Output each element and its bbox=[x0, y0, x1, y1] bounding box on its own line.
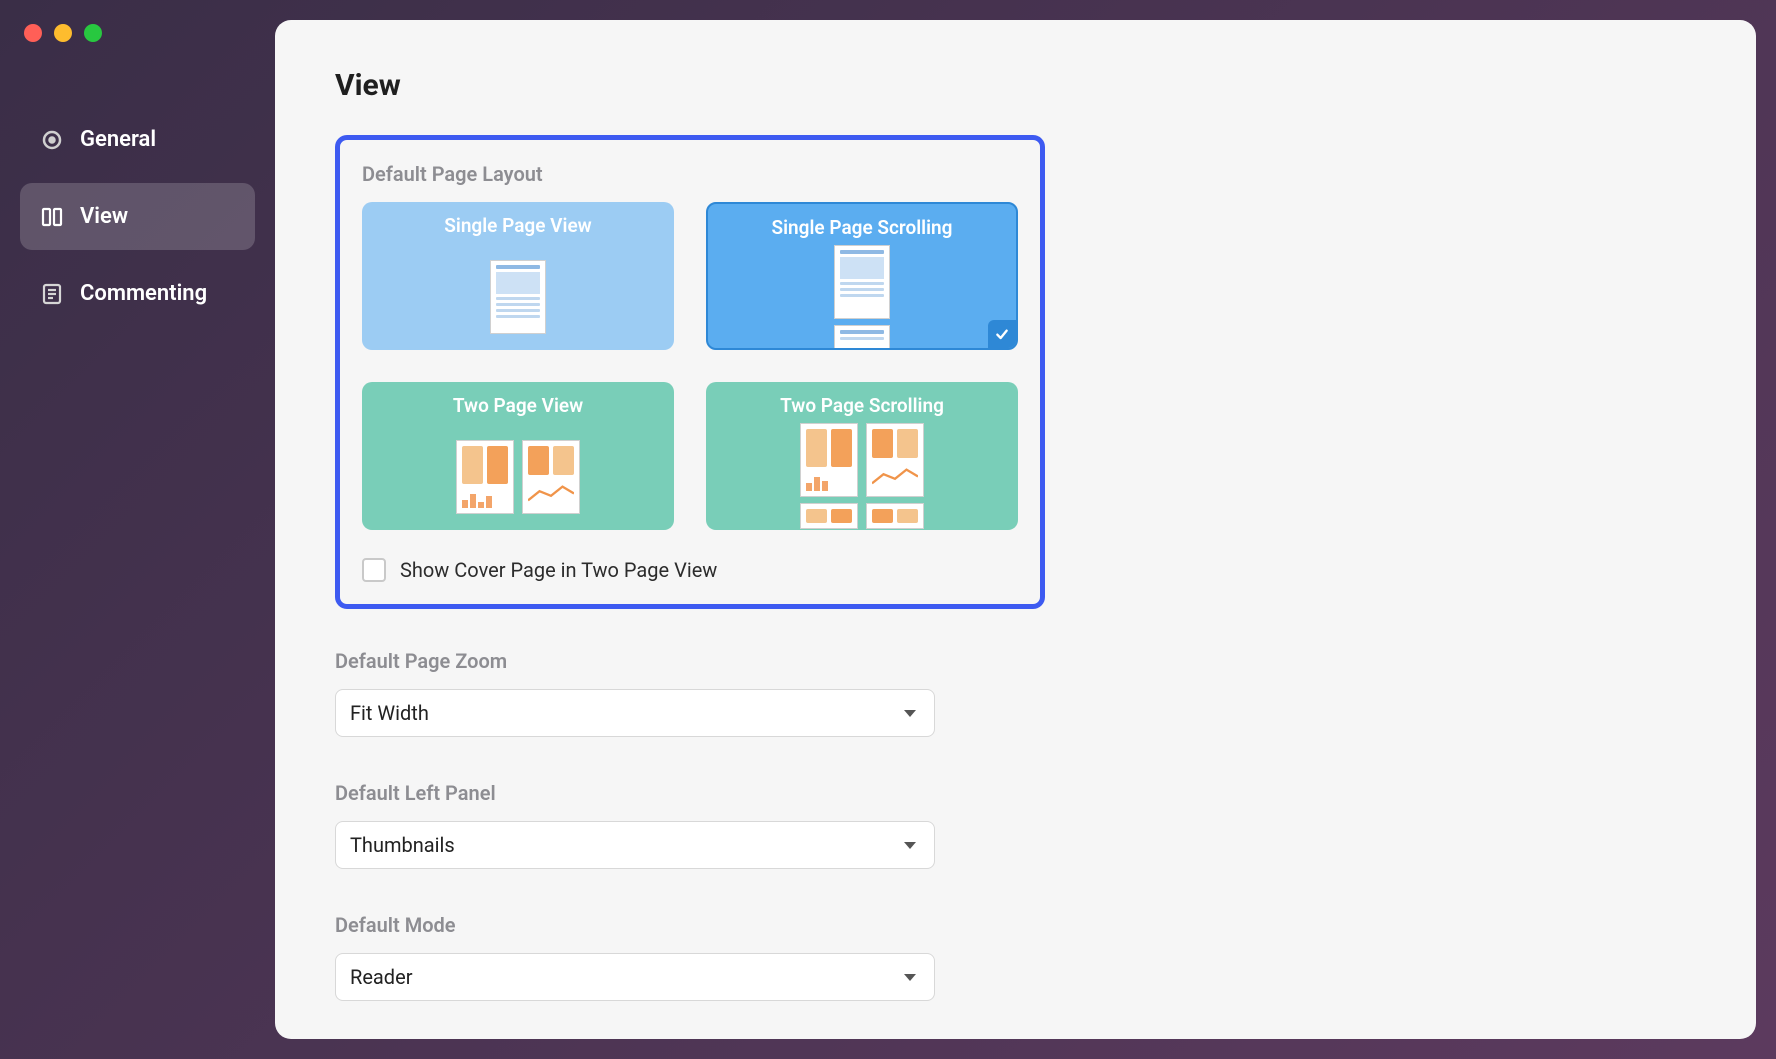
section-heading-zoom: Default Page Zoom bbox=[335, 649, 935, 673]
layout-option-two-page-scrolling[interactable]: Two Page Scrolling bbox=[706, 382, 1018, 530]
single-page-scroll-thumb-icon bbox=[708, 239, 1016, 350]
two-page-thumb-icon bbox=[362, 417, 674, 530]
sidebar-item-view[interactable]: View bbox=[20, 183, 255, 250]
default-left-panel-section: Default Left Panel Thumbnails bbox=[335, 781, 935, 869]
layout-options-grid: Single Page View Single Page Scrolling bbox=[362, 202, 1018, 530]
sidebar-item-label: Commenting bbox=[80, 281, 207, 306]
content-panel: View Default Page Layout Single Page Vie… bbox=[275, 20, 1756, 1039]
sidebar-item-label: View bbox=[80, 204, 128, 229]
layout-option-two-page-view[interactable]: Two Page View bbox=[362, 382, 674, 530]
layout-option-label: Single Page Scrolling bbox=[772, 216, 953, 239]
two-page-scroll-thumb-icon bbox=[706, 417, 1018, 530]
layout-option-label: Two Page View bbox=[453, 394, 583, 417]
note-icon bbox=[40, 282, 64, 306]
select-value: Thumbnails bbox=[350, 833, 455, 857]
sidebar: General View bbox=[0, 0, 275, 1059]
page-title: View bbox=[335, 68, 1696, 103]
layout-option-single-page-scrolling[interactable]: Single Page Scrolling bbox=[706, 202, 1018, 350]
layout-option-label: Single Page View bbox=[444, 214, 591, 237]
section-heading-layout: Default Page Layout bbox=[362, 162, 1018, 186]
sidebar-item-commenting[interactable]: Commenting bbox=[20, 260, 255, 327]
default-page-zoom-section: Default Page Zoom Fit Width bbox=[335, 649, 935, 737]
sidebar-nav: General View bbox=[0, 106, 275, 327]
layout-option-label: Two Page Scrolling bbox=[780, 394, 944, 417]
default-mode-select[interactable]: Reader bbox=[335, 953, 935, 1001]
selected-check-icon bbox=[988, 320, 1016, 348]
section-heading-left-panel: Default Left Panel bbox=[335, 781, 935, 805]
select-value: Reader bbox=[350, 965, 412, 989]
window-minimize-button[interactable] bbox=[54, 24, 72, 42]
gear-icon bbox=[40, 128, 64, 152]
sidebar-item-general[interactable]: General bbox=[20, 106, 255, 173]
show-cover-page-row: Show Cover Page in Two Page View bbox=[362, 558, 1018, 582]
show-cover-page-label: Show Cover Page in Two Page View bbox=[400, 558, 717, 582]
sidebar-item-label: General bbox=[80, 127, 156, 152]
select-value: Fit Width bbox=[350, 701, 429, 725]
default-page-zoom-select[interactable]: Fit Width bbox=[335, 689, 935, 737]
chevron-down-icon bbox=[904, 710, 916, 717]
preferences-window: General View bbox=[0, 0, 1776, 1059]
layout-option-single-page-view[interactable]: Single Page View bbox=[362, 202, 674, 350]
default-page-layout-section: Default Page Layout Single Page View bbox=[335, 135, 1045, 609]
window-close-button[interactable] bbox=[24, 24, 42, 42]
default-left-panel-select[interactable]: Thumbnails bbox=[335, 821, 935, 869]
window-controls bbox=[0, 20, 275, 42]
show-cover-page-checkbox[interactable] bbox=[362, 558, 386, 582]
single-page-thumb-icon bbox=[362, 237, 674, 350]
window-zoom-button[interactable] bbox=[84, 24, 102, 42]
chevron-down-icon bbox=[904, 974, 916, 981]
columns-icon bbox=[40, 205, 64, 229]
chevron-down-icon bbox=[904, 842, 916, 849]
default-mode-section: Default Mode Reader bbox=[335, 913, 935, 1001]
section-heading-mode: Default Mode bbox=[335, 913, 935, 937]
